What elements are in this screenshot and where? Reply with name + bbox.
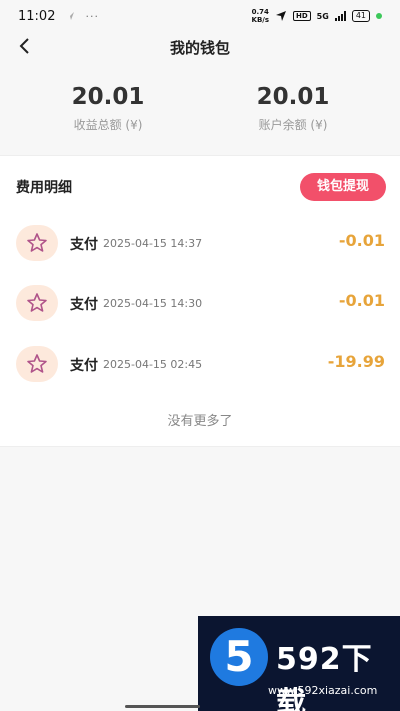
balance-value: 20.01	[256, 84, 330, 110]
hd-badge: HD	[293, 11, 311, 21]
wallet-summary: 20.01 收益总额 (¥) 20.01 账户余额 (¥)	[0, 82, 400, 142]
total-income-stat: 20.01 收益总额 (¥)	[33, 82, 183, 133]
privacy-indicator-icon	[376, 13, 382, 19]
app-header: 我的钱包	[0, 32, 400, 64]
watermark-text: 592下载	[276, 642, 373, 711]
status-bar: 11:02 ··· 0.74 KB/s HD 5G 41	[0, 0, 400, 32]
watermark-logo: 5 592下载 www.592xiazai.com	[198, 616, 400, 711]
transaction-amount: -19.99	[327, 352, 385, 371]
transaction-time: 2025-04-15 02:45	[103, 358, 203, 371]
battery-icon: 41	[351, 10, 370, 22]
transaction-amount: -0.01	[338, 231, 385, 250]
transaction-row[interactable]: 支付 2025-04-15 02:45 -19.99	[0, 344, 400, 384]
transaction-label: 支付	[70, 297, 98, 313]
home-indicator[interactable]	[125, 705, 200, 708]
withdraw-button[interactable]: 钱包提现	[300, 173, 386, 201]
signal-icon	[334, 11, 346, 21]
total-income-value: 20.01	[71, 84, 145, 110]
balance-label: 账户余额 (¥)	[258, 118, 328, 132]
star-icon	[16, 285, 58, 321]
total-income-label: 收益总额 (¥)	[73, 118, 143, 132]
page-title: 我的钱包	[169, 39, 230, 57]
no-more-text: 没有更多了	[167, 414, 233, 429]
navigation-icon	[276, 11, 286, 21]
balance-stat: 20.01 账户余额 (¥)	[218, 82, 368, 133]
transaction-card: 费用明细 钱包提现 支付 2025-04-15 14:37 -0.01 支付 2…	[0, 155, 400, 447]
star-icon	[16, 346, 58, 382]
location-arrow-icon	[66, 12, 75, 20]
transaction-time: 2025-04-15 14:30	[103, 297, 203, 310]
transaction-row[interactable]: 支付 2025-04-15 14:30 -0.01	[0, 283, 400, 323]
watermark-digit: 5	[210, 628, 268, 686]
transaction-label: 支付	[70, 237, 98, 253]
transaction-amount: -0.01	[338, 291, 385, 310]
status-dots: ···	[85, 9, 99, 23]
watermark-url: www.592xiazai.com	[268, 684, 378, 697]
net-speed: 0.74 KB/s	[251, 8, 269, 24]
transaction-row[interactable]: 支付 2025-04-15 14:37 -0.01	[0, 223, 400, 263]
transaction-label: 支付	[70, 358, 98, 374]
star-icon	[16, 225, 58, 261]
transaction-time: 2025-04-15 14:37	[103, 237, 203, 250]
section-title: 费用明细	[16, 180, 72, 196]
status-time: 11:02	[18, 8, 56, 24]
network-type: 5G	[316, 11, 329, 21]
